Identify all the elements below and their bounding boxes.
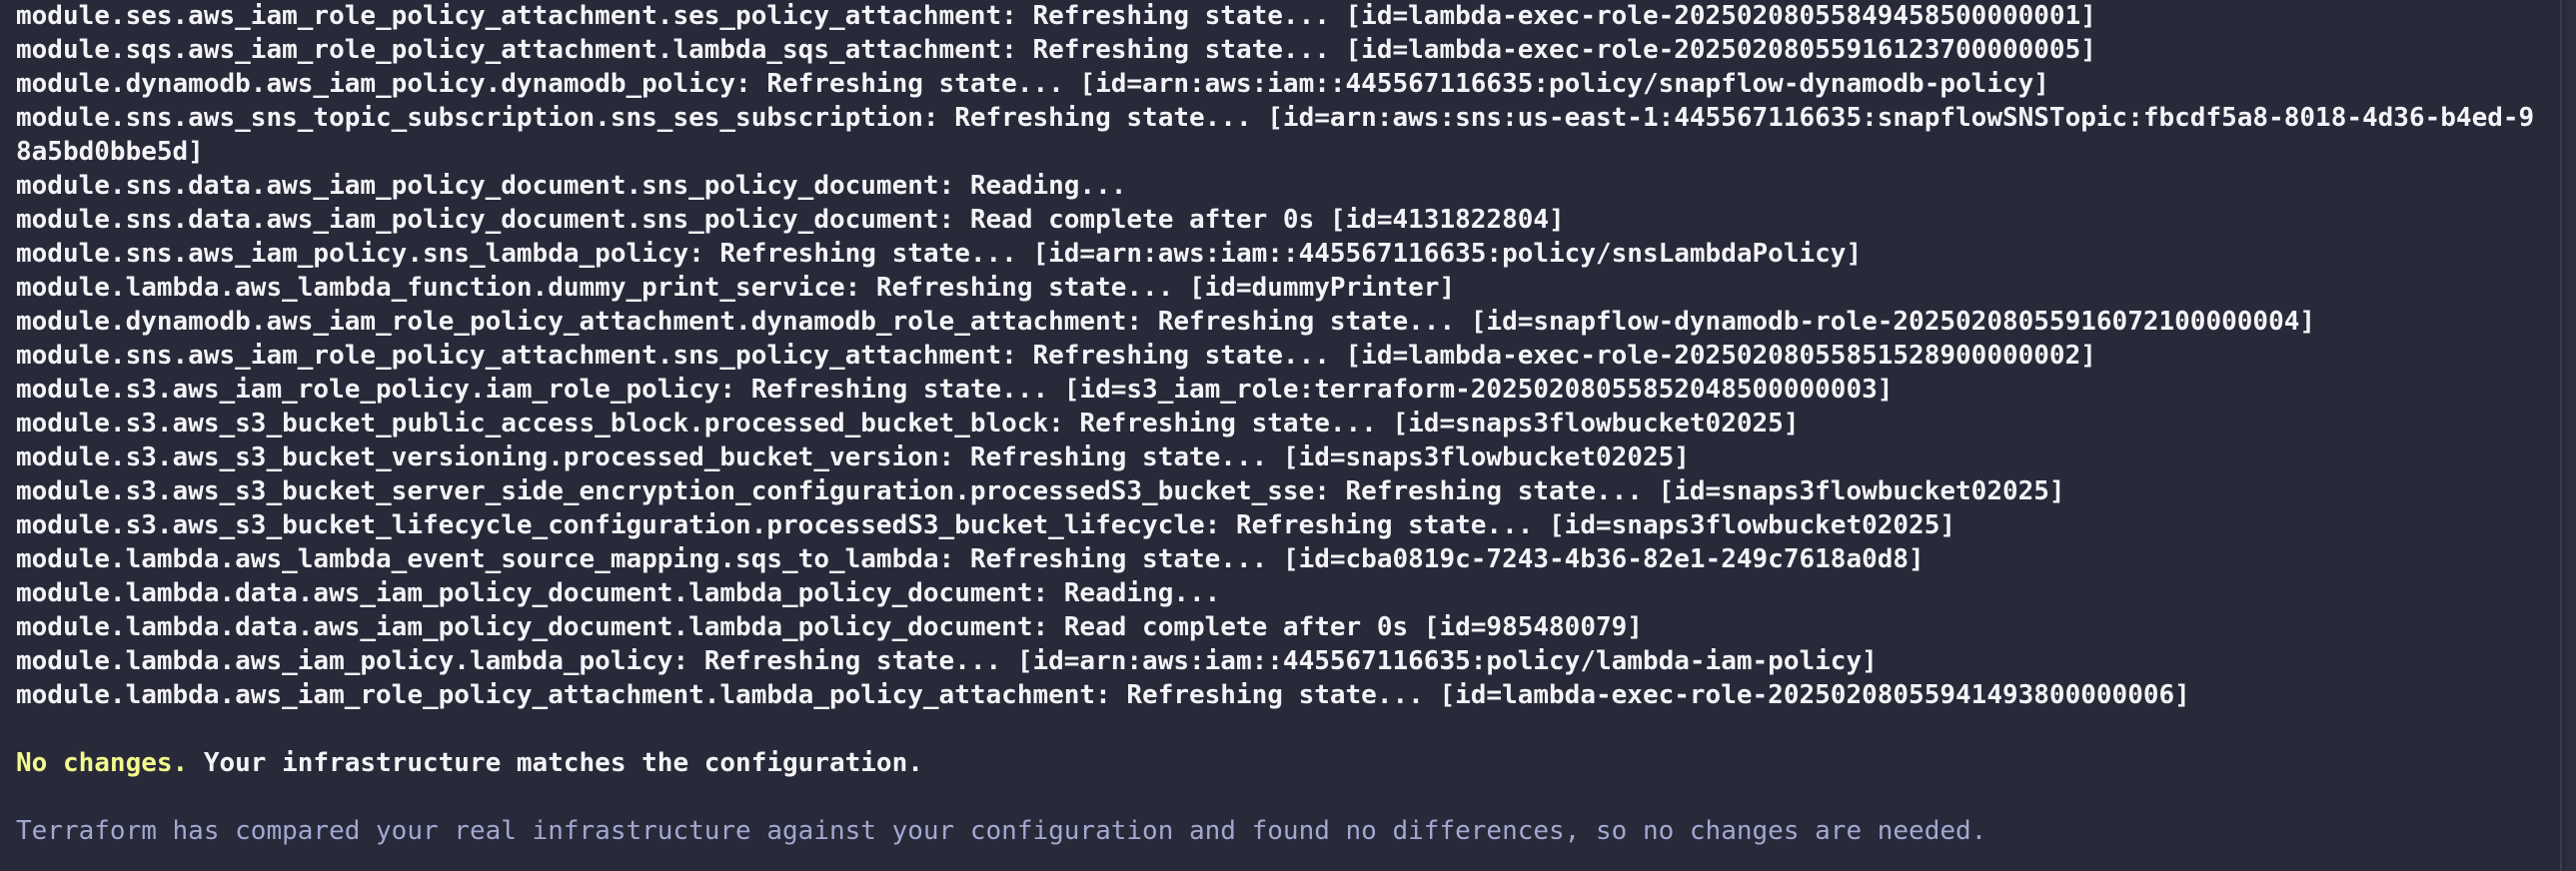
terminal-output: module.ses.aws_iam_role_policy_attachmen… xyxy=(16,0,2544,848)
log-line: module.lambda.aws_lambda_function.dummy_… xyxy=(16,273,1456,303)
summary-message: Your infrastructure matches the configur… xyxy=(188,748,923,778)
terminal-scrollbar[interactable] xyxy=(2566,0,2576,871)
log-line: module.sns.aws_sns_topic_subscription.sn… xyxy=(16,103,2535,167)
log-line: module.s3.aws_s3_bucket_server_side_encr… xyxy=(16,476,2065,506)
log-line: module.sns.aws_iam_role_policy_attachmen… xyxy=(16,341,2096,371)
no-changes-label: No changes. xyxy=(16,748,189,778)
log-line: module.s3.aws_s3_bucket_public_access_bl… xyxy=(16,409,1800,438)
log-line: module.lambda.aws_iam_role_policy_attach… xyxy=(16,680,2190,710)
log-line: module.lambda.data.aws_iam_policy_docume… xyxy=(16,612,1643,642)
plan-detail: Terraform has compared your real infrast… xyxy=(16,816,1987,846)
log-line: module.s3.aws_iam_role_policy.iam_role_p… xyxy=(16,375,1894,405)
log-line: module.sns.data.aws_iam_policy_document.… xyxy=(16,171,1127,201)
log-line: module.ses.aws_iam_role_policy_attachmen… xyxy=(16,1,2096,31)
log-line: module.lambda.data.aws_iam_policy_docume… xyxy=(16,578,1221,608)
log-line: module.dynamodb.aws_iam_role_policy_atta… xyxy=(16,307,2316,337)
log-line: module.s3.aws_s3_bucket_lifecycle_config… xyxy=(16,510,1956,540)
log-line: module.sns.aws_iam_policy.sns_lambda_pol… xyxy=(16,239,1863,269)
log-line: module.lambda.aws_lambda_event_source_ma… xyxy=(16,544,1925,574)
plan-summary: No changes. Your infrastructure matches … xyxy=(16,746,2544,780)
log-line: module.lambda.aws_iam_policy.lambda_poli… xyxy=(16,646,1878,676)
terminal-edge xyxy=(2560,0,2562,871)
log-line: module.sns.data.aws_iam_policy_document.… xyxy=(16,205,1565,235)
log-line: module.s3.aws_s3_bucket_versioning.proce… xyxy=(16,442,1690,472)
log-line: module.dynamodb.aws_iam_policy.dynamodb_… xyxy=(16,69,2049,99)
terminal-window[interactable]: module.ses.aws_iam_role_policy_attachmen… xyxy=(0,0,2576,871)
log-line: module.sqs.aws_iam_role_policy_attachmen… xyxy=(16,35,2096,65)
